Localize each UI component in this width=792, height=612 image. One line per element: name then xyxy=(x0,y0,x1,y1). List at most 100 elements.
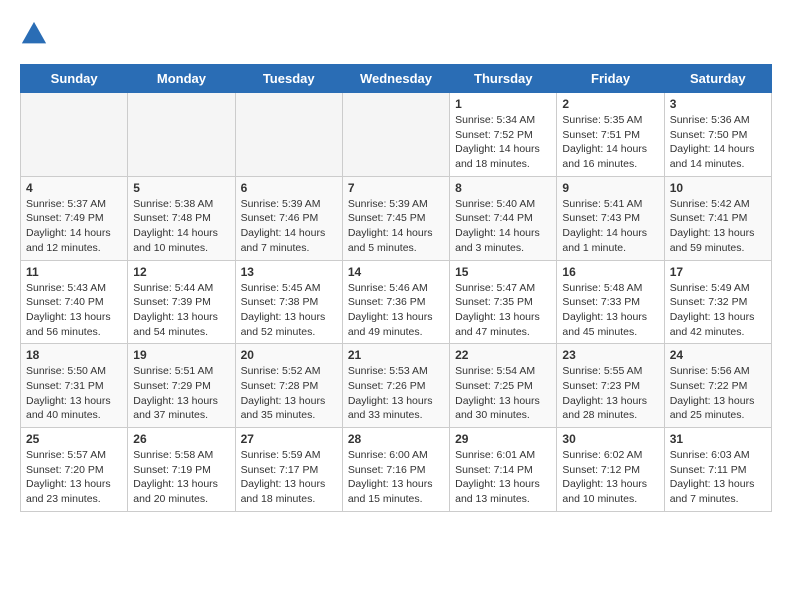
day-number: 14 xyxy=(348,265,444,279)
calendar-cell: 23Sunrise: 5:55 AM Sunset: 7:23 PM Dayli… xyxy=(557,344,664,428)
day-number: 21 xyxy=(348,348,444,362)
calendar-cell: 11 Sunrise: 5:43 AM Sunset: 7:40 PM Dayli… xyxy=(21,260,128,344)
calendar-cell: 13 Sunrise: 5:45 AM Sunset: 7:38 PM Dayli… xyxy=(235,260,342,344)
column-header-monday: Monday xyxy=(128,65,235,93)
day-number: 22 xyxy=(455,348,551,362)
calendar-cell: 29 Sunrise: 6:01 AM Sunset: 7:14 PM Dayli… xyxy=(450,428,557,512)
calendar-cell: 19Sunrise: 5:51 AM Sunset: 7:29 PM Dayli… xyxy=(128,344,235,428)
day-info: Sunrise: 5:45 AM Sunset: 7:38 PM Dayligh… xyxy=(241,281,337,340)
day-info: Sunrise: 5:57 AM Sunset: 7:20 PM Dayligh… xyxy=(26,448,122,507)
week-row-1: 1 Sunrise: 5:34 AM Sunset: 7:52 PM Daylig… xyxy=(21,93,772,177)
day-info: Sunrise: 5:43 AM Sunset: 7:40 PM Dayligh… xyxy=(26,281,122,340)
header-row: SundayMondayTuesdayWednesdayThursdayFrid… xyxy=(21,65,772,93)
day-number: 6 xyxy=(241,181,337,195)
day-number: 2 xyxy=(562,97,658,111)
calendar-cell: 5 Sunrise: 5:38 AM Sunset: 7:48 PM Daylig… xyxy=(128,176,235,260)
day-number: 26 xyxy=(133,432,229,446)
day-number: 15 xyxy=(455,265,551,279)
day-info: Sunrise: 5:58 AM Sunset: 7:19 PM Dayligh… xyxy=(133,448,229,507)
day-number: 25 xyxy=(26,432,122,446)
calendar-cell: 8Sunrise: 5:40 AM Sunset: 7:44 PM Daylig… xyxy=(450,176,557,260)
day-number: 8 xyxy=(455,181,551,195)
logo xyxy=(20,20,52,48)
day-info: Sunrise: 5:49 AM Sunset: 7:32 PM Dayligh… xyxy=(670,281,766,340)
day-info: Sunrise: 5:46 AM Sunset: 7:36 PM Dayligh… xyxy=(348,281,444,340)
page-header xyxy=(20,20,772,48)
calendar-cell xyxy=(342,93,449,177)
week-row-4: 18 Sunrise: 5:50 AM Sunset: 7:31 PM Dayli… xyxy=(21,344,772,428)
column-header-wednesday: Wednesday xyxy=(342,65,449,93)
week-row-3: 11 Sunrise: 5:43 AM Sunset: 7:40 PM Dayli… xyxy=(21,260,772,344)
calendar-cell: 21 Sunrise: 5:53 AM Sunset: 7:26 PM Dayli… xyxy=(342,344,449,428)
calendar-cell xyxy=(21,93,128,177)
day-number: 28 xyxy=(348,432,444,446)
calendar-cell: 9Sunrise: 5:41 AM Sunset: 7:43 PM Daylig… xyxy=(557,176,664,260)
day-info: Sunrise: 5:52 AM Sunset: 7:28 PM Dayligh… xyxy=(241,364,337,423)
day-number: 20 xyxy=(241,348,337,362)
calendar-cell: 7 Sunrise: 5:39 AM Sunset: 7:45 PM Daylig… xyxy=(342,176,449,260)
calendar-cell: 22 Sunrise: 5:54 AM Sunset: 7:25 PM Dayli… xyxy=(450,344,557,428)
calendar-table: SundayMondayTuesdayWednesdayThursdayFrid… xyxy=(20,64,772,512)
day-number: 24 xyxy=(670,348,766,362)
day-info: Sunrise: 5:39 AM Sunset: 7:45 PM Dayligh… xyxy=(348,197,444,256)
day-info: Sunrise: 5:36 AM Sunset: 7:50 PM Dayligh… xyxy=(670,113,766,172)
calendar-cell: 31 Sunrise: 6:03 AM Sunset: 7:11 PM Dayli… xyxy=(664,428,771,512)
day-info: Sunrise: 6:01 AM Sunset: 7:14 PM Dayligh… xyxy=(455,448,551,507)
day-info: Sunrise: 5:48 AM Sunset: 7:33 PM Dayligh… xyxy=(562,281,658,340)
column-header-sunday: Sunday xyxy=(21,65,128,93)
day-number: 5 xyxy=(133,181,229,195)
week-row-5: 25 Sunrise: 5:57 AM Sunset: 7:20 PM Dayli… xyxy=(21,428,772,512)
calendar-cell xyxy=(235,93,342,177)
day-info: Sunrise: 5:44 AM Sunset: 7:39 PM Dayligh… xyxy=(133,281,229,340)
day-info: Sunrise: 5:59 AM Sunset: 7:17 PM Dayligh… xyxy=(241,448,337,507)
day-number: 3 xyxy=(670,97,766,111)
day-number: 7 xyxy=(348,181,444,195)
calendar-cell: 15Sunrise: 5:47 AM Sunset: 7:35 PM Dayli… xyxy=(450,260,557,344)
day-info: Sunrise: 5:38 AM Sunset: 7:48 PM Dayligh… xyxy=(133,197,229,256)
day-number: 30 xyxy=(562,432,658,446)
day-number: 29 xyxy=(455,432,551,446)
day-info: Sunrise: 5:54 AM Sunset: 7:25 PM Dayligh… xyxy=(455,364,551,423)
day-number: 12 xyxy=(133,265,229,279)
calendar-cell: 17 Sunrise: 5:49 AM Sunset: 7:32 PM Dayli… xyxy=(664,260,771,344)
day-info: Sunrise: 5:55 AM Sunset: 7:23 PM Dayligh… xyxy=(562,364,658,423)
calendar-header: SundayMondayTuesdayWednesdayThursdayFrid… xyxy=(21,65,772,93)
logo-icon xyxy=(20,20,48,48)
day-number: 19 xyxy=(133,348,229,362)
calendar-body: 1 Sunrise: 5:34 AM Sunset: 7:52 PM Daylig… xyxy=(21,93,772,512)
day-info: Sunrise: 5:53 AM Sunset: 7:26 PM Dayligh… xyxy=(348,364,444,423)
day-number: 17 xyxy=(670,265,766,279)
calendar-cell: 20 Sunrise: 5:52 AM Sunset: 7:28 PM Dayli… xyxy=(235,344,342,428)
calendar-cell: 4Sunrise: 5:37 AM Sunset: 7:49 PM Daylig… xyxy=(21,176,128,260)
day-number: 27 xyxy=(241,432,337,446)
week-row-2: 4Sunrise: 5:37 AM Sunset: 7:49 PM Daylig… xyxy=(21,176,772,260)
calendar-cell: 3 Sunrise: 5:36 AM Sunset: 7:50 PM Daylig… xyxy=(664,93,771,177)
day-info: Sunrise: 6:00 AM Sunset: 7:16 PM Dayligh… xyxy=(348,448,444,507)
day-info: Sunrise: 5:34 AM Sunset: 7:52 PM Dayligh… xyxy=(455,113,551,172)
day-info: Sunrise: 5:39 AM Sunset: 7:46 PM Dayligh… xyxy=(241,197,337,256)
column-header-friday: Friday xyxy=(557,65,664,93)
day-info: Sunrise: 5:37 AM Sunset: 7:49 PM Dayligh… xyxy=(26,197,122,256)
calendar-cell: 26 Sunrise: 5:58 AM Sunset: 7:19 PM Dayli… xyxy=(128,428,235,512)
column-header-tuesday: Tuesday xyxy=(235,65,342,93)
day-number: 16 xyxy=(562,265,658,279)
day-info: Sunrise: 5:50 AM Sunset: 7:31 PM Dayligh… xyxy=(26,364,122,423)
calendar-cell: 25 Sunrise: 5:57 AM Sunset: 7:20 PM Dayli… xyxy=(21,428,128,512)
day-number: 31 xyxy=(670,432,766,446)
day-number: 1 xyxy=(455,97,551,111)
calendar-cell: 6 Sunrise: 5:39 AM Sunset: 7:46 PM Daylig… xyxy=(235,176,342,260)
column-header-thursday: Thursday xyxy=(450,65,557,93)
day-info: Sunrise: 6:03 AM Sunset: 7:11 PM Dayligh… xyxy=(670,448,766,507)
day-number: 18 xyxy=(26,348,122,362)
day-info: Sunrise: 5:42 AM Sunset: 7:41 PM Dayligh… xyxy=(670,197,766,256)
day-number: 11 xyxy=(26,265,122,279)
calendar-cell: 1 Sunrise: 5:34 AM Sunset: 7:52 PM Daylig… xyxy=(450,93,557,177)
calendar-cell: 30Sunrise: 6:02 AM Sunset: 7:12 PM Dayli… xyxy=(557,428,664,512)
day-number: 13 xyxy=(241,265,337,279)
day-info: Sunrise: 5:56 AM Sunset: 7:22 PM Dayligh… xyxy=(670,364,766,423)
calendar-cell: 14 Sunrise: 5:46 AM Sunset: 7:36 PM Dayli… xyxy=(342,260,449,344)
calendar-cell: 12 Sunrise: 5:44 AM Sunset: 7:39 PM Dayli… xyxy=(128,260,235,344)
calendar-cell: 10Sunrise: 5:42 AM Sunset: 7:41 PM Dayli… xyxy=(664,176,771,260)
calendar-cell xyxy=(128,93,235,177)
calendar-cell: 27 Sunrise: 5:59 AM Sunset: 7:17 PM Dayli… xyxy=(235,428,342,512)
